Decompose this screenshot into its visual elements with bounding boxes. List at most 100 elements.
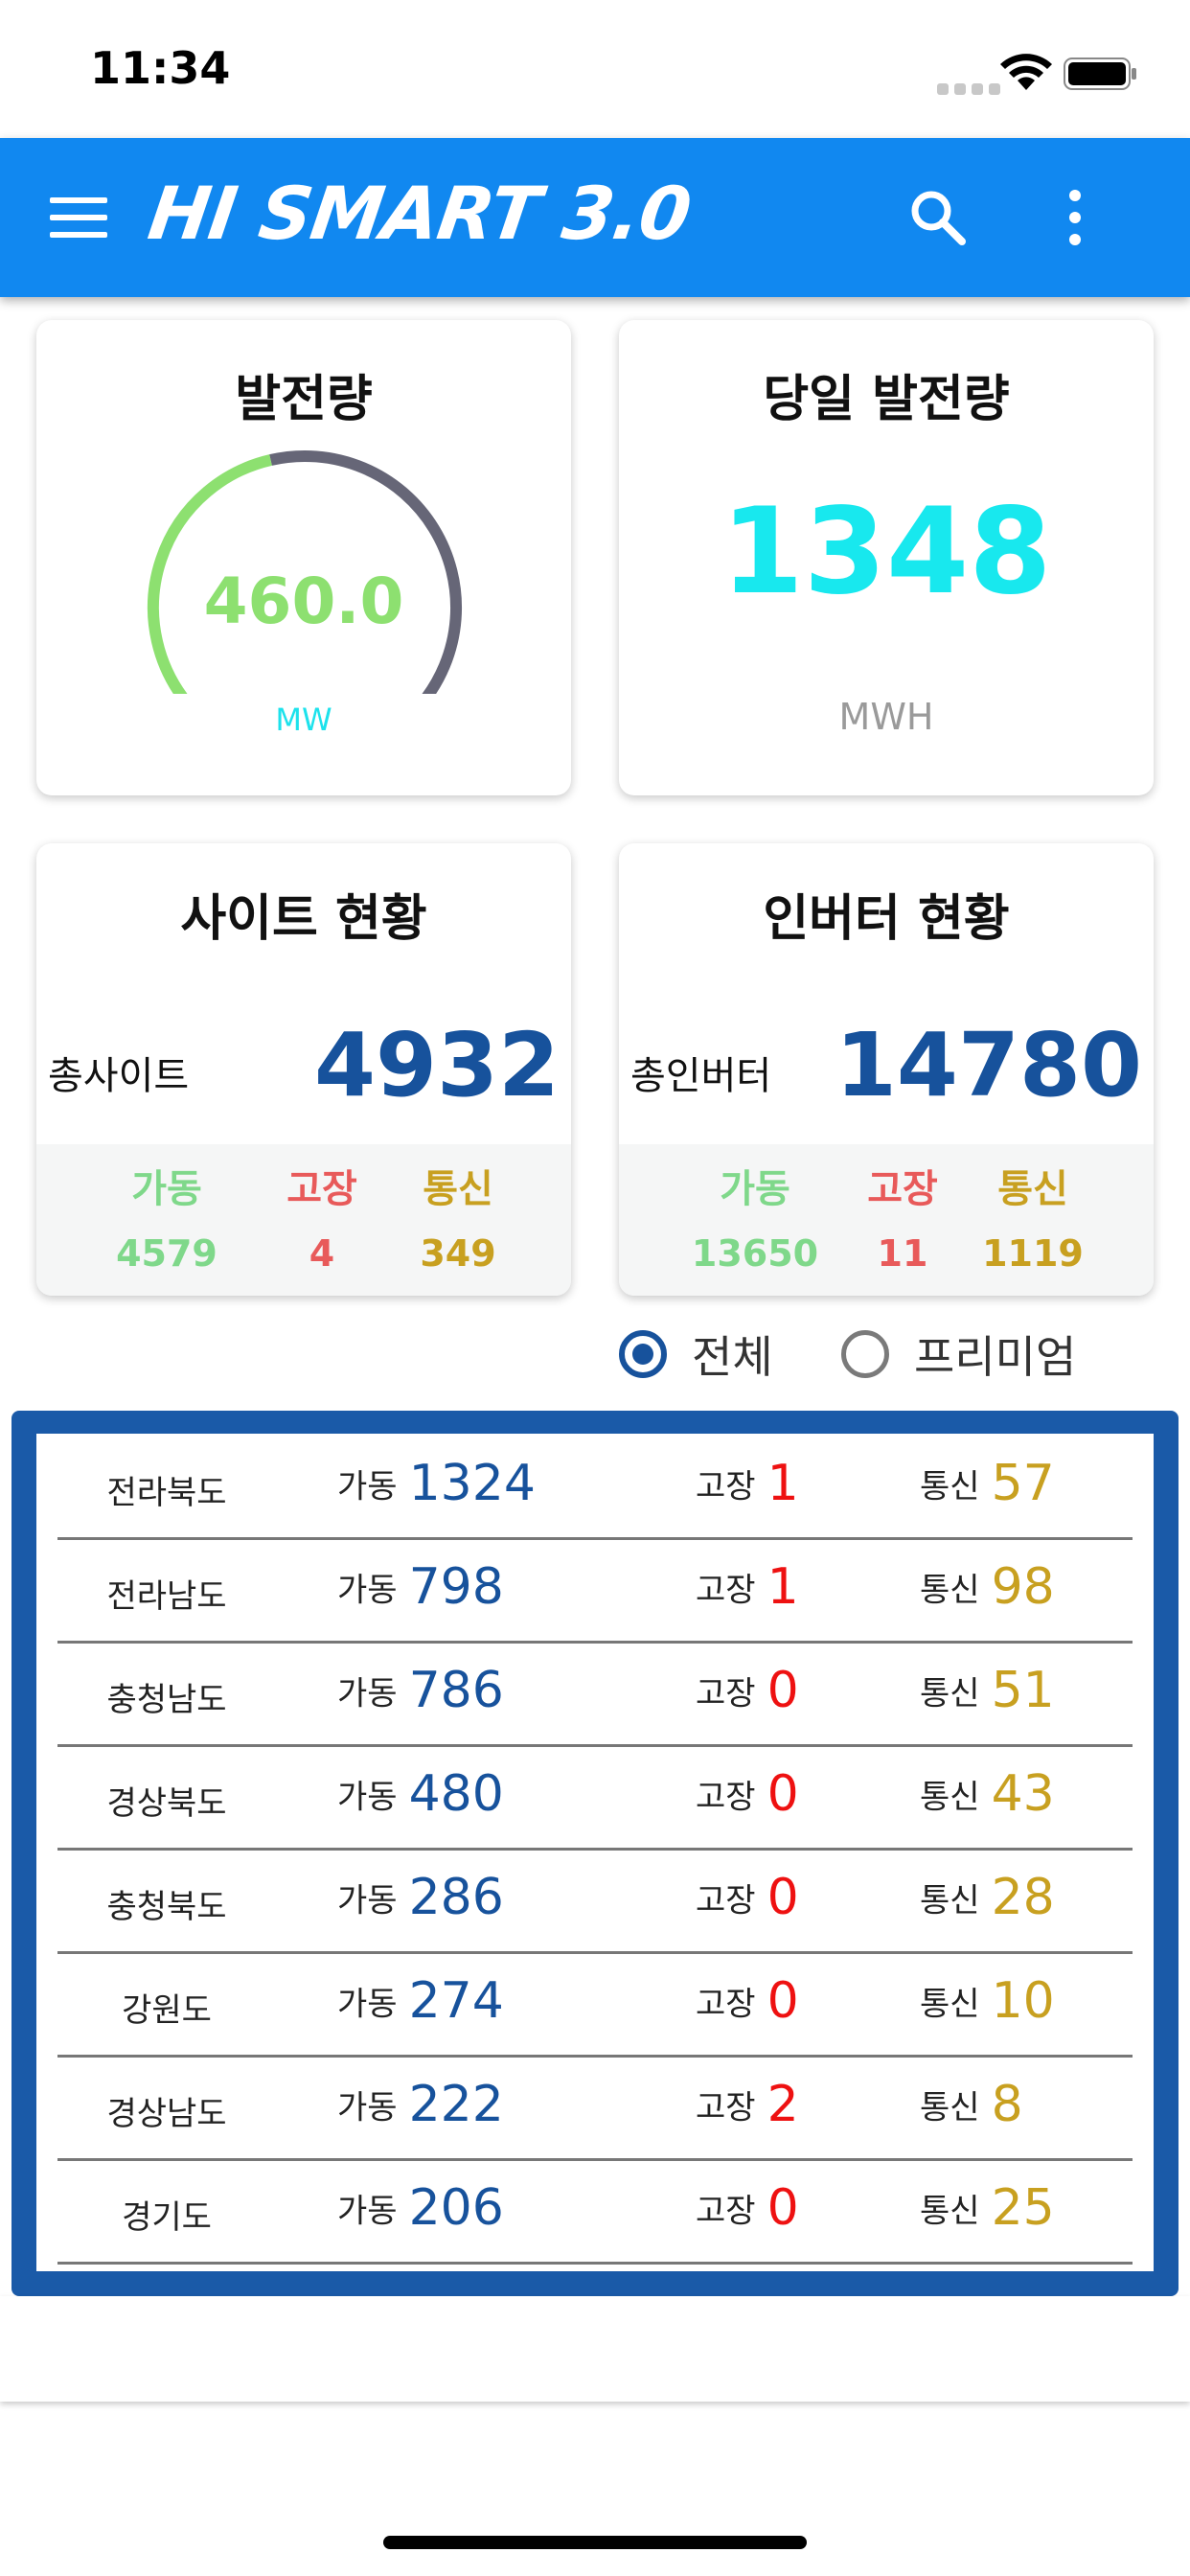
region-comm-value: 98	[991, 1558, 1055, 1616]
region-row[interactable]: 전라북도 가동 1324 고장 1 통신 57	[57, 1434, 1133, 1540]
region-fault-value: 0	[767, 1662, 799, 1719]
status-time: 11:34	[90, 42, 231, 94]
site-stats: 가동 4579 고장 4 통신 349	[36, 1144, 571, 1296]
region-run-value: 480	[408, 1765, 504, 1823]
region-comm-label: 통신	[920, 1778, 980, 1817]
region-comm-label: 통신	[920, 1881, 980, 1920]
region-comm-value: 10	[991, 1972, 1055, 2030]
region-fault: 고장 0	[696, 1972, 799, 2030]
region-run-label: 가동	[337, 2088, 398, 2128]
site-status-card: 사이트 현황 총사이트 4932 가동 4579 고장 4 통신 349	[36, 843, 571, 1296]
daily-title: 당일 발전량	[763, 371, 1010, 428]
battery-icon	[1064, 58, 1136, 90]
power-card: 발전량 460.0 MW	[36, 320, 571, 795]
menu-button[interactable]	[50, 197, 107, 240]
region-fault-value: 2	[767, 2076, 799, 2133]
site-stat-fault-label: 고장	[286, 1167, 357, 1211]
region-list: 전라북도 가동 1324 고장 1 통신 57 전라남도 가동 798 고장 1 통신 98 충청남도 가동 7…	[36, 1434, 1154, 2271]
region-fault-value: 1	[767, 1455, 799, 1512]
region-fault: 고장 2	[696, 2076, 799, 2133]
region-comm: 통신 57	[920, 1455, 1055, 1512]
region-name: 전라남도	[106, 1577, 227, 1616]
wifi-icon	[1000, 54, 1052, 90]
region-run: 가동 480	[337, 1765, 504, 1823]
region-run-value: 274	[408, 1972, 504, 2030]
region-row[interactable]: 충청북도 가동 286 고장 0 통신 28	[57, 1848, 1133, 1954]
region-run-value: 1324	[408, 1455, 536, 1512]
region-comm-value: 28	[991, 1869, 1055, 1926]
filter-all-radio[interactable]: 전체	[619, 1321, 773, 1388]
region-name: 충청북도	[106, 1888, 227, 1926]
region-fault-label: 고장	[696, 2088, 756, 2128]
inverter-stat-run-label: 가동	[720, 1167, 790, 1211]
site-total-label: 총사이트	[48, 1054, 190, 1098]
region-run-label: 가동	[337, 1778, 398, 1817]
region-comm: 통신 8	[920, 2076, 1023, 2133]
inverter-stat-comm-label: 통신	[997, 1167, 1068, 1211]
radio-checked-icon	[619, 1330, 667, 1378]
inverter-total-label: 총인버터	[630, 1054, 772, 1098]
region-fault: 고장 1	[696, 1455, 799, 1512]
filter-premium-radio[interactable]: 프리미엄	[841, 1321, 1076, 1388]
app-logo: HI SMART 3.0	[143, 171, 696, 256]
region-comm: 통신 98	[920, 1558, 1055, 1616]
inverter-stat-comm-value: 1119	[982, 1232, 1084, 1275]
radio-unchecked-icon	[841, 1330, 889, 1378]
region-comm: 통신 25	[920, 2179, 1055, 2237]
search-icon[interactable]	[906, 186, 968, 247]
region-run-label: 가동	[337, 1674, 398, 1714]
site-stat-comm-value: 349	[420, 1232, 496, 1275]
region-row[interactable]: 강원도 가동 274 고장 0 통신 10	[57, 1951, 1133, 2058]
region-fault-value: 1	[767, 1558, 799, 1616]
region-fault-label: 고장	[696, 1881, 756, 1920]
region-row[interactable]: 경상북도 가동 480 고장 0 통신 43	[57, 1744, 1133, 1851]
site-total-value: 4932	[313, 1014, 560, 1116]
site-stat-fault-value: 4	[309, 1232, 335, 1275]
region-comm-value: 43	[991, 1765, 1055, 1823]
region-run-label: 가동	[337, 1467, 398, 1506]
region-comm-value: 8	[991, 2076, 1023, 2133]
power-title: 발전량	[235, 371, 373, 428]
status-bar: 11:34	[0, 0, 1190, 138]
region-name: 경기도	[122, 2198, 212, 2237]
region-run: 가동 786	[337, 1662, 504, 1719]
region-run: 가동 222	[337, 2076, 504, 2133]
region-comm-label: 통신	[920, 1674, 980, 1714]
inverter-status-card: 인버터 현황 총인버터 14780 가동 13650 고장 11 통신 1119	[619, 843, 1154, 1296]
region-comm-label: 통신	[920, 2192, 980, 2231]
site-stat-comm: 통신 349	[381, 1144, 535, 1275]
region-fault-label: 고장	[696, 1985, 756, 2024]
region-run-value: 286	[408, 1869, 504, 1926]
region-name: 충청남도	[106, 1681, 227, 1719]
app-header: HI SMART 3.0	[0, 138, 1190, 297]
region-run-label: 가동	[337, 1985, 398, 2024]
region-run: 가동 798	[337, 1558, 504, 1616]
daily-value: 1348	[721, 483, 1052, 621]
power-value: 460.0	[203, 564, 404, 638]
region-name: 강원도	[122, 1991, 212, 2030]
more-vert-icon	[1069, 190, 1081, 201]
region-row[interactable]: 충청남도 가동 786 고장 0 통신 51	[57, 1641, 1133, 1747]
region-comm-value: 51	[991, 1662, 1055, 1719]
inverter-stat-comm: 통신 1119	[956, 1144, 1110, 1275]
more-options-button[interactable]	[1060, 190, 1090, 253]
region-row[interactable]: 경기도 가동 206 고장 0 통신 25	[57, 2158, 1133, 2265]
region-run-label: 가동	[337, 1571, 398, 1610]
region-row[interactable]: 경상남도 가동 222 고장 2 통신 8	[57, 2055, 1133, 2161]
region-run-label: 가동	[337, 2192, 398, 2231]
region-name: 경상남도	[106, 2095, 227, 2133]
region-run-value: 798	[408, 1558, 504, 1616]
region-comm-label: 통신	[920, 2088, 980, 2128]
inverter-stats: 가동 13650 고장 11 통신 1119	[619, 1144, 1154, 1296]
home-indicator[interactable]	[383, 2536, 807, 2549]
region-fault: 고장 0	[696, 1869, 799, 1926]
filter-premium-label: 프리미엄	[914, 1331, 1077, 1383]
inverter-stat-run: 가동 13650	[678, 1144, 832, 1275]
bottom-panel	[0, 2296, 1190, 2402]
region-row[interactable]: 전라남도 가동 798 고장 1 통신 98	[57, 1537, 1133, 1644]
region-run-value: 206	[408, 2179, 504, 2237]
daily-unit: MWH	[838, 696, 934, 738]
region-run-value: 222	[408, 2076, 504, 2133]
site-stat-run-value: 4579	[116, 1232, 217, 1275]
region-fault-label: 고장	[696, 1778, 756, 1817]
